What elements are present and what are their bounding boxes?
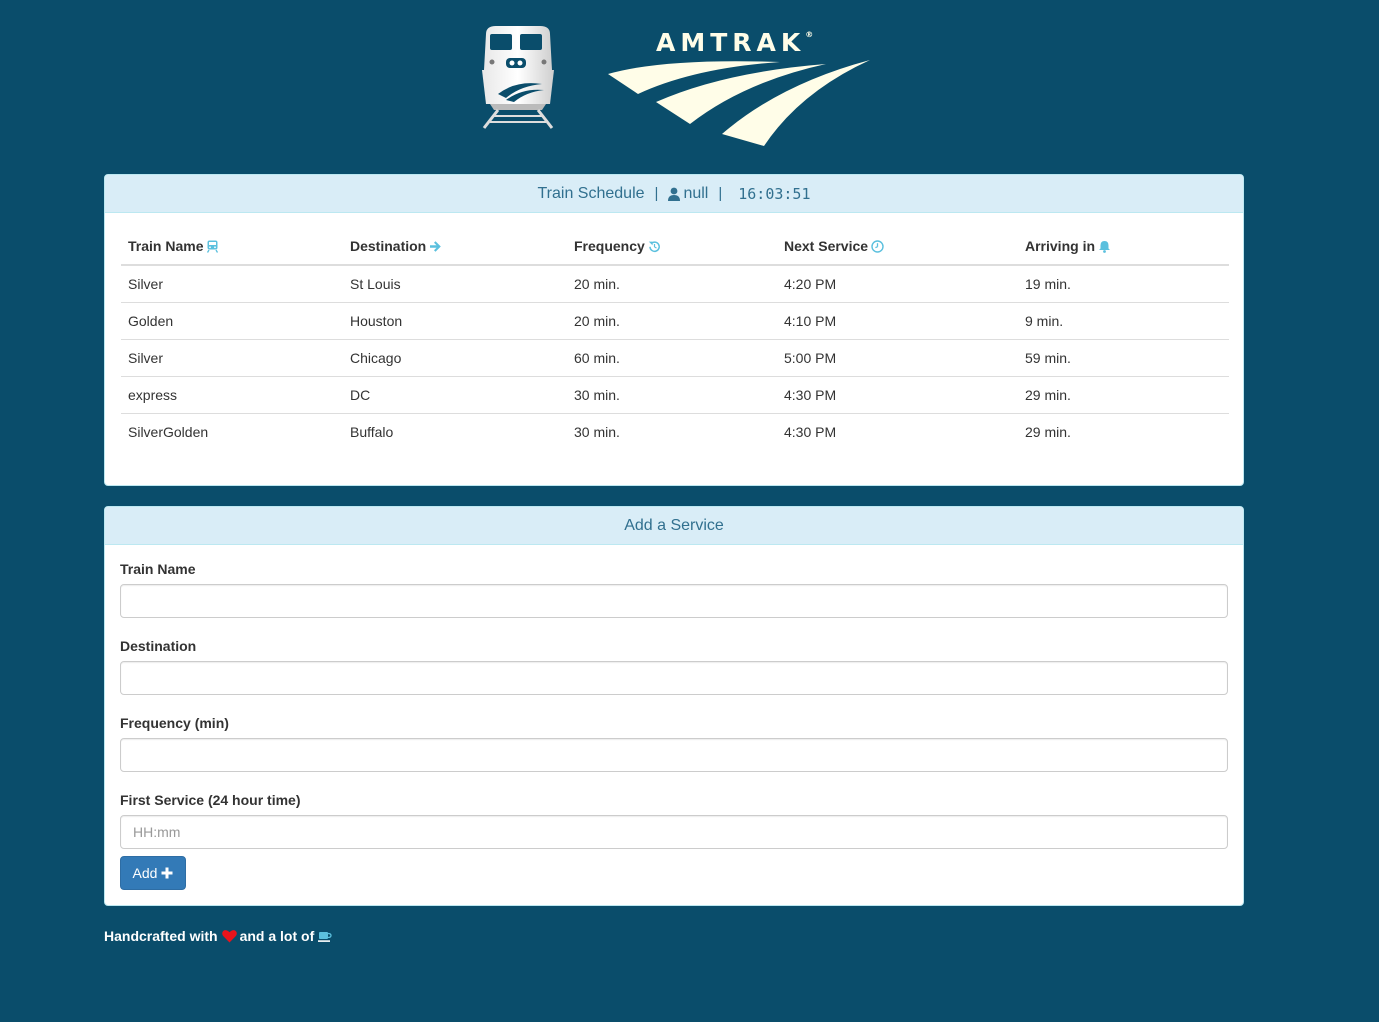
add-service-panel: Add a Service Train Name Destination Fre… (104, 506, 1244, 906)
cell-train-name: express (121, 376, 343, 414)
cell-next-service: 4:30 PM (777, 376, 1018, 414)
repeat-icon (648, 240, 660, 252)
schedule-panel-heading: Train Schedule | null | 16:03:51 (105, 175, 1243, 213)
heart-icon (221, 930, 237, 943)
form-group-frequency: Frequency (min) (120, 715, 1228, 772)
add-service-panel-heading: Add a Service (105, 507, 1243, 545)
cell-next-service: 4:20 PM (777, 265, 1018, 303)
clock-icon (871, 239, 884, 253)
cell-destination: Chicago (343, 339, 567, 377)
cell-destination: Buffalo (350, 423, 394, 440)
table-row: SilverGolden Buffalo 30 min. 4:30 PM 29 … (121, 413, 1229, 450)
amtrak-logo: AMTRAK® (604, 28, 880, 148)
cell-frequency: 20 min. (567, 265, 777, 303)
column-header-frequency: Frequency (567, 227, 777, 266)
cell-frequency: 20 min. (567, 302, 777, 340)
cell-arriving-in: 19 min. (1018, 265, 1229, 303)
cell-train-name: Silver (121, 339, 343, 377)
cell-destination: Houston (343, 302, 567, 340)
add-service-form: Train Name Destination Frequency (min) F… (120, 561, 1228, 869)
footer-text-middle: and a lot of (239, 928, 315, 944)
bell-icon (1099, 240, 1111, 253)
arrow-right-icon (430, 240, 442, 252)
frequency-input[interactable] (120, 738, 1228, 772)
cell-train-name: Golden (121, 302, 343, 340)
cell-next-service: 4:10 PM (777, 302, 1018, 340)
heading-separator: | (654, 185, 659, 202)
schedule-title: Train Schedule (537, 184, 645, 202)
plus-icon (161, 867, 173, 879)
table-row: Silver Chicago 60 min. 5:00 PM 59 min. (121, 339, 1229, 377)
amtrak-swoosh-icon (608, 60, 870, 146)
current-user: null (683, 184, 709, 202)
cell-frequency: 60 min. (567, 339, 777, 377)
first-service-input[interactable] (120, 815, 1228, 849)
cell-arriving-in: 29 min. (1025, 423, 1071, 440)
train-icon (207, 240, 219, 253)
form-group-destination: Destination (120, 638, 1228, 695)
add-service-title: Add a Service (624, 516, 724, 534)
table-row: Golden Houston 20 min. 4:10 PM 9 min. (121, 302, 1229, 340)
footer: Handcrafted with and a lot of (104, 928, 332, 944)
train-logo-icon (482, 26, 554, 129)
cell-arriving-in: 9 min. (1018, 302, 1229, 340)
column-header-next-service: Next Service (777, 227, 1018, 266)
schedule-table: Train Name Destination Frequency Next Se… (121, 227, 1229, 450)
cell-frequency: 30 min. (574, 423, 620, 440)
frequency-label: Frequency (min) (120, 715, 229, 731)
cell-arriving-in: 59 min. (1018, 339, 1229, 377)
table-header-row: Train Name Destination Frequency Next Se… (121, 227, 1229, 266)
header: AMTRAK® (0, 0, 1379, 160)
coffee-icon (318, 931, 332, 942)
cell-next-service: 5:00 PM (777, 339, 1018, 377)
footer-text-before: Handcrafted with (104, 928, 218, 944)
column-header-train-name: Train Name (121, 227, 343, 266)
form-group-first-service: First Service (24 hour time) (120, 792, 1228, 849)
heading-separator: | (718, 185, 723, 202)
column-header-destination: Destination (343, 227, 567, 266)
cell-destination: St Louis (343, 265, 567, 303)
cell-frequency: 30 min. (567, 376, 777, 414)
cell-train-name: Silver (121, 265, 343, 303)
table-row: Silver St Louis 20 min. 4:20 PM 19 min. (121, 265, 1229, 303)
user-icon (668, 187, 681, 201)
add-service-button[interactable]: Add (120, 856, 186, 890)
train-name-label: Train Name (120, 561, 196, 577)
destination-label: Destination (120, 638, 197, 654)
train-name-input[interactable] (120, 584, 1228, 618)
cell-next-service: 4:30 PM (784, 423, 837, 440)
cell-arriving-in: 29 min. (1018, 376, 1229, 414)
current-time: 16:03:51 (738, 184, 811, 203)
first-service-label: First Service (24 hour time) (120, 792, 301, 808)
cell-train-name: SilverGolden (128, 423, 209, 440)
schedule-panel: Train Schedule | null | 16:03:51 Train N… (104, 174, 1244, 486)
form-group-train-name: Train Name (120, 561, 1228, 618)
cell-destination: DC (343, 376, 567, 414)
add-button-label: Add (132, 865, 158, 881)
destination-input[interactable] (120, 661, 1228, 695)
table-row: express DC 30 min. 4:30 PM 29 min. (121, 376, 1229, 414)
column-header-arriving-in: Arriving in (1018, 227, 1229, 266)
